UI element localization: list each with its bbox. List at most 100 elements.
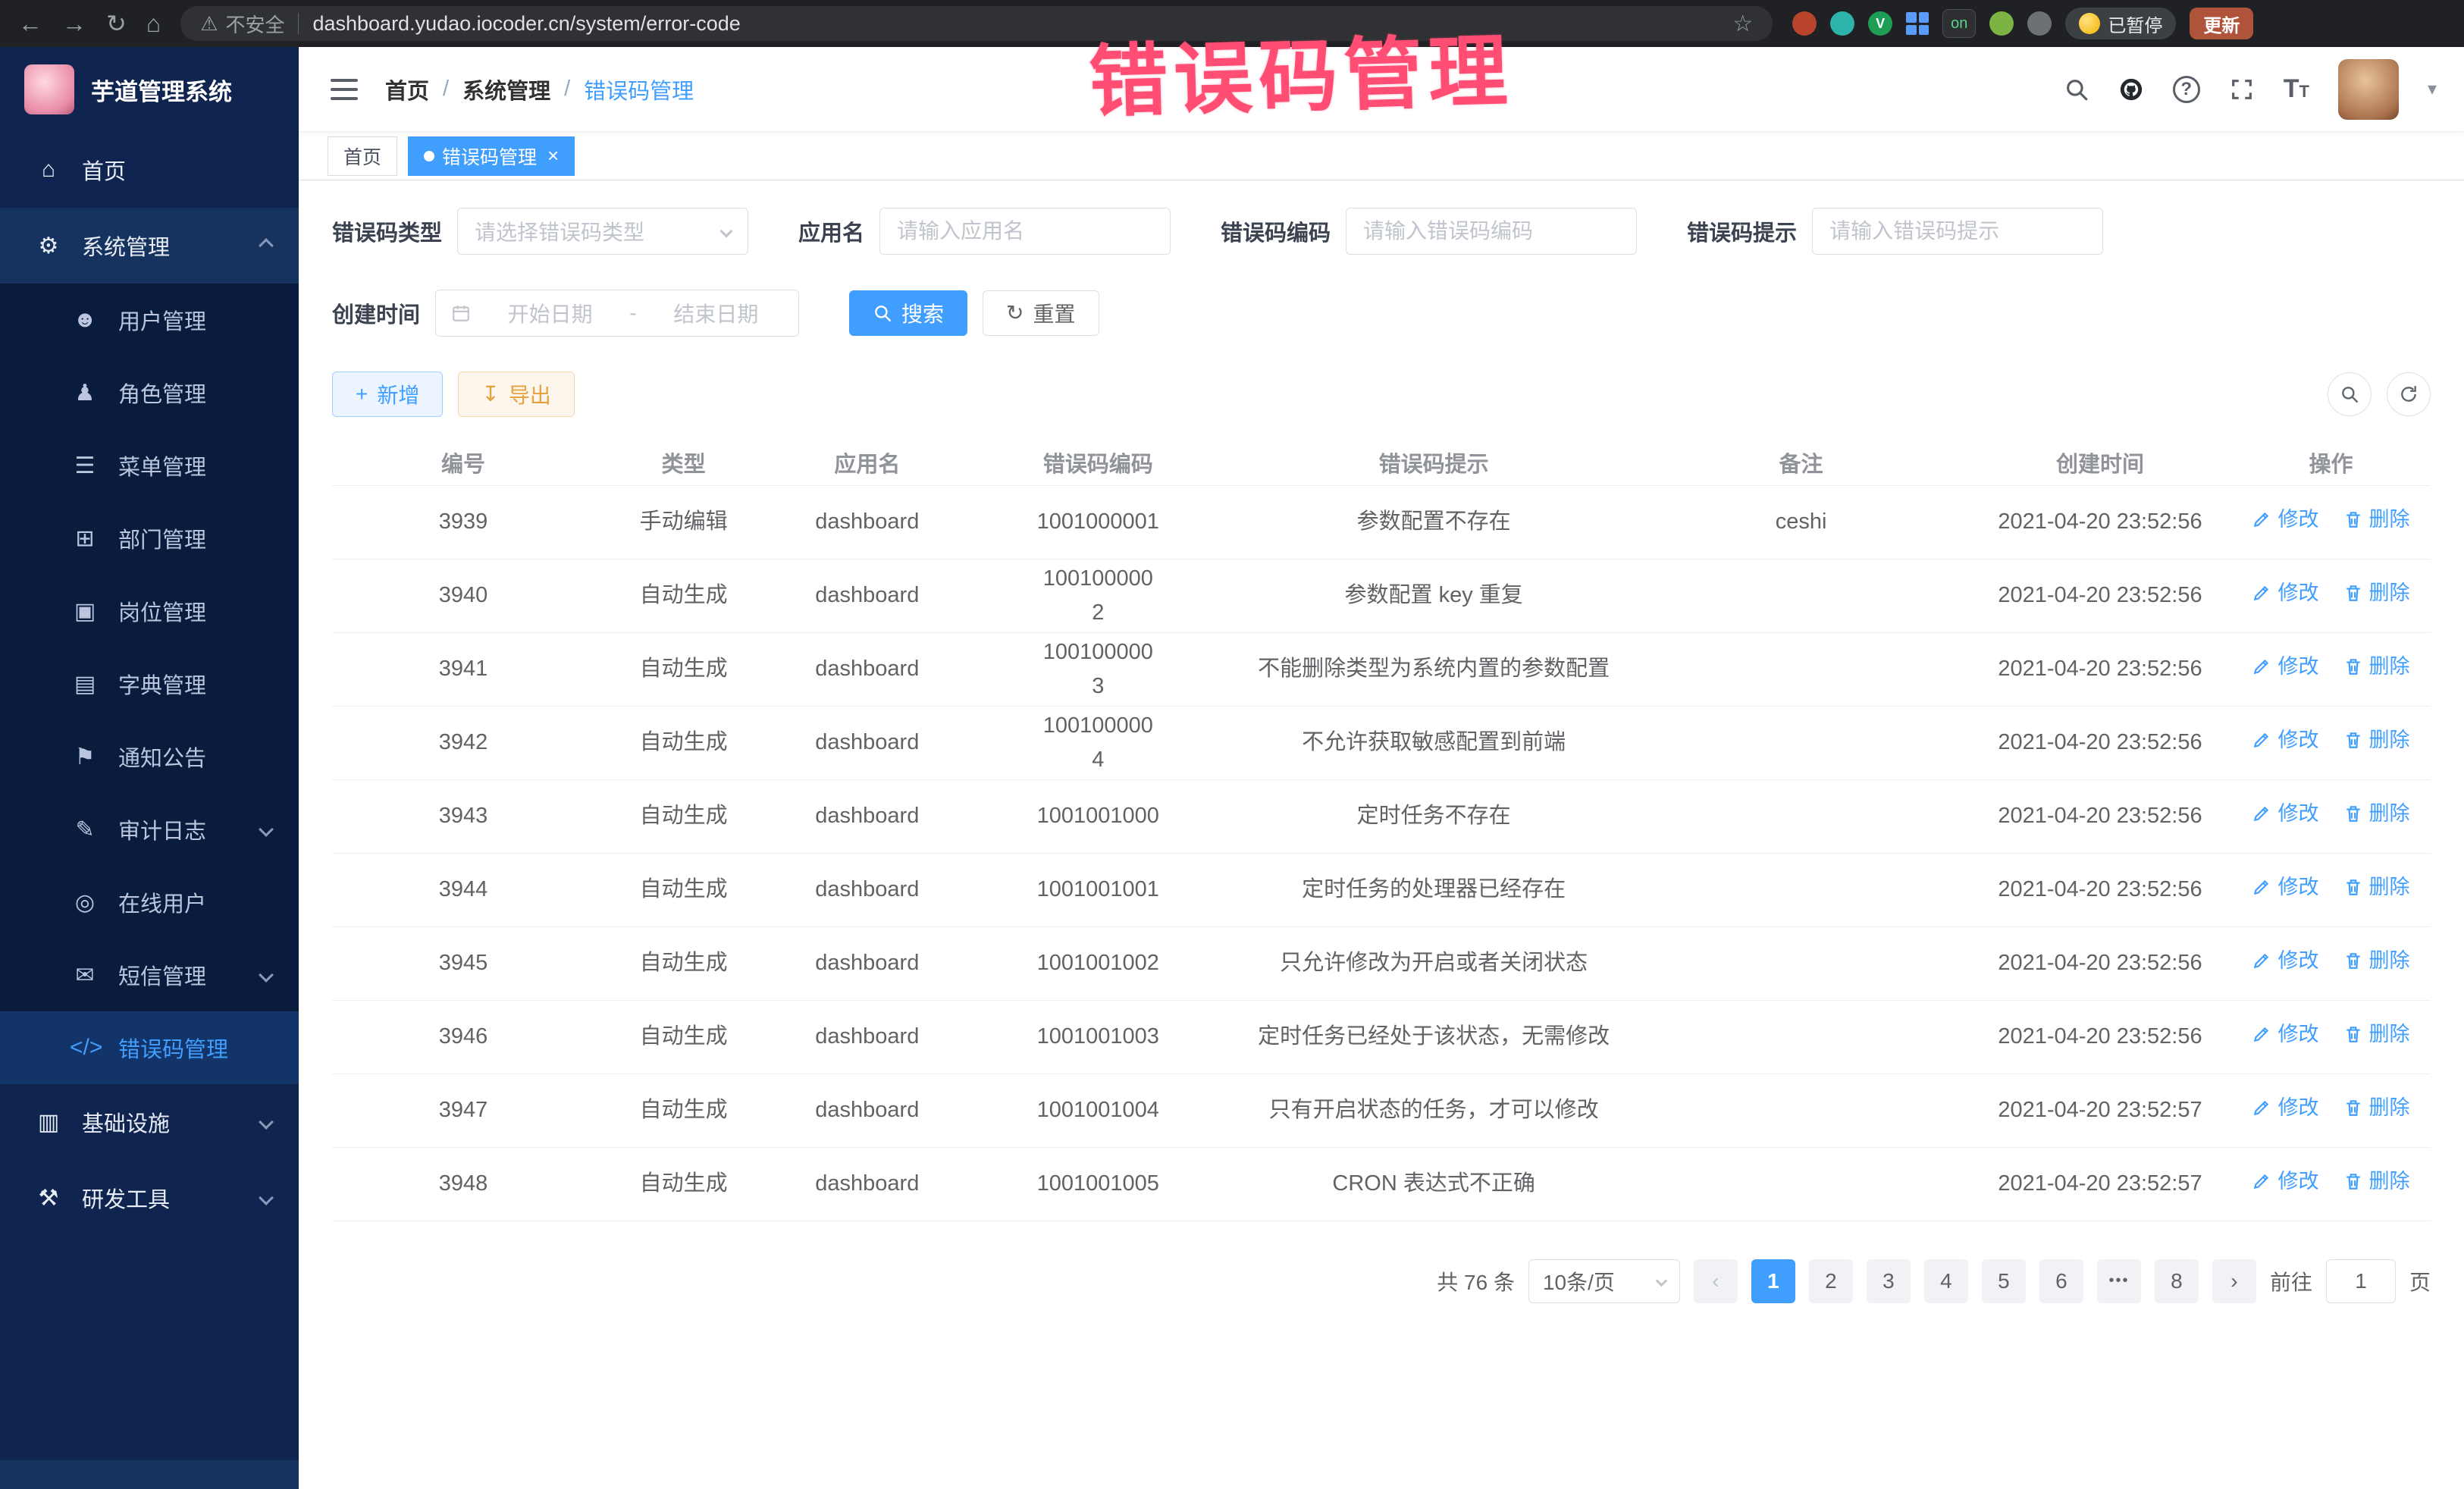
date-range-picker[interactable]: 开始日期 - 结束日期 [435, 290, 799, 337]
sidebar-group-infra[interactable]: ▥ 基础设施 [0, 1084, 299, 1160]
trash-icon [2343, 730, 2363, 750]
page-size-select[interactable]: 10条/页 [1528, 1259, 1680, 1303]
add-button[interactable]: + 新增 [332, 371, 443, 417]
table-row: 3948 自动生成 dashboard 1001001005 CRON 表达式不… [332, 1147, 2431, 1221]
more-pages-button[interactable]: ••• [2097, 1259, 2141, 1303]
edit-link[interactable]: 修改 [2252, 651, 2318, 683]
reset-button[interactable]: ↻ 重置 [983, 290, 1099, 336]
error-hint-input[interactable] [1812, 208, 2103, 255]
sidebar-item-error-code-mgmt[interactable]: </> 错误码管理 [0, 1011, 299, 1084]
sidebar-item-home[interactable]: ⌂ 首页 [0, 132, 299, 208]
delete-link[interactable]: 删除 [2343, 504, 2410, 536]
browser-back-icon[interactable]: ← [18, 11, 42, 36]
address-bar[interactable]: ⚠ 不安全 dashboard.yudao.iocoder.cn/system/… [180, 6, 1773, 41]
puzzle-extension-icon[interactable] [2027, 11, 2052, 36]
search-icon [2340, 384, 2359, 404]
extension-icon[interactable] [1830, 11, 1854, 36]
bookmark-star-icon[interactable]: ☆ [1732, 11, 1753, 37]
search-icon[interactable] [2064, 77, 2089, 102]
fullscreen-icon[interactable] [2229, 77, 2255, 102]
next-page-button[interactable]: › [2212, 1259, 2256, 1303]
edit-link[interactable]: 修改 [2252, 578, 2318, 610]
page-button-3[interactable]: 3 [1867, 1259, 1911, 1303]
delete-link[interactable]: 删除 [2343, 725, 2410, 757]
url-text[interactable]: dashboard.yudao.iocoder.cn/system/error-… [312, 12, 1719, 36]
page-button-2[interactable]: 2 [1809, 1259, 1853, 1303]
edit-link[interactable]: 修改 [2252, 945, 2318, 977]
sidebar-collapse-bar[interactable] [0, 1460, 299, 1489]
edit-link[interactable]: 修改 [2252, 798, 2318, 830]
cell-type: 自动生成 [594, 1147, 773, 1221]
security-chip[interactable]: ⚠ 不安全 [200, 10, 284, 38]
goto-page-input[interactable] [2326, 1259, 2396, 1303]
browser-update-button[interactable]: 更新 [2190, 8, 2253, 39]
help-icon[interactable]: ? [2173, 76, 2200, 103]
browser-home-icon[interactable]: ⌂ [146, 11, 161, 36]
tab-home[interactable]: 首页 [328, 136, 397, 176]
avatar-caret-icon[interactable]: ▾ [2428, 78, 2437, 100]
sidebar-item-dict-mgmt[interactable]: ▤ 字典管理 [0, 647, 299, 720]
sidebar-item-role-mgmt[interactable]: ♟ 角色管理 [0, 356, 299, 429]
breadcrumb-home[interactable]: 首页 [385, 74, 429, 105]
breadcrumb-system[interactable]: 系统管理 [462, 74, 550, 105]
edit-link[interactable]: 修改 [2252, 1166, 2318, 1198]
user-avatar[interactable] [2338, 59, 2399, 120]
font-size-icon[interactable]: TT [2284, 74, 2309, 104]
sidebar-item-notice[interactable]: ⚑ 通知公告 [0, 720, 299, 793]
trash-icon [2343, 804, 2363, 823]
extension-on-badge[interactable]: on [1942, 9, 1976, 38]
toggle-search-button[interactable] [2328, 372, 2372, 416]
edit-link[interactable]: 修改 [2252, 725, 2318, 757]
page-button-1[interactable]: 1 [1751, 1259, 1795, 1303]
sidebar-group-system[interactable]: ⚙ 系统管理 [0, 208, 299, 284]
edit-link[interactable]: 修改 [2252, 504, 2318, 536]
app-name-input[interactable] [879, 208, 1171, 255]
github-icon[interactable] [2118, 77, 2144, 102]
announcement-icon: ⚑ [70, 744, 100, 770]
extension-icon[interactable]: V [1868, 11, 1892, 36]
delete-link[interactable]: 删除 [2343, 872, 2410, 904]
sidebar-item-menu-mgmt[interactable]: ☰ 菜单管理 [0, 429, 299, 502]
profile-paused-pill[interactable]: 已暂停 [2065, 8, 2176, 39]
delete-link[interactable]: 删除 [2343, 1166, 2410, 1198]
calendar-icon [451, 303, 471, 323]
page-button-6[interactable]: 6 [2039, 1259, 2083, 1303]
sidebar-item-user-mgmt[interactable]: ☻ 用户管理 [0, 284, 299, 356]
close-icon[interactable]: × [547, 144, 559, 168]
delete-link[interactable]: 删除 [2343, 1019, 2410, 1051]
error-type-select[interactable]: 请选择错误码类型 [457, 208, 748, 255]
search-button[interactable]: 搜索 [849, 290, 967, 336]
delete-link[interactable]: 删除 [2343, 798, 2410, 830]
page-button-4[interactable]: 4 [1924, 1259, 1968, 1303]
prev-page-button[interactable]: ‹ [1694, 1259, 1738, 1303]
sidebar-item-label: 部门管理 [118, 522, 206, 554]
edit-link[interactable]: 修改 [2252, 1019, 2318, 1051]
delete-link[interactable]: 删除 [2343, 1092, 2410, 1124]
header-actions: ? TT ▾ [2064, 59, 2437, 120]
sidebar-item-dept-mgmt[interactable]: ⊞ 部门管理 [0, 502, 299, 575]
delete-link[interactable]: 删除 [2343, 651, 2410, 683]
sidebar-item-post-mgmt[interactable]: ▣ 岗位管理 [0, 575, 299, 647]
browser-reload-icon[interactable]: ↻ [106, 11, 127, 36]
app-logo[interactable]: 芋道管理系统 [0, 47, 299, 132]
hamburger-icon[interactable] [326, 74, 362, 105]
sidebar-group-tools[interactable]: ⚒ 研发工具 [0, 1160, 299, 1236]
sidebar-item-sms-mgmt[interactable]: ✉ 短信管理 [0, 939, 299, 1011]
extension-icon[interactable] [1989, 11, 2014, 36]
delete-link[interactable]: 删除 [2343, 578, 2410, 610]
extension-icon[interactable] [1792, 11, 1817, 36]
error-code-input[interactable] [1346, 208, 1637, 255]
browser-forward-icon[interactable]: → [62, 11, 86, 36]
page-button-8[interactable]: 8 [2155, 1259, 2199, 1303]
sidebar-item-online-users[interactable]: ◎ 在线用户 [0, 866, 299, 939]
delete-link[interactable]: 删除 [2343, 945, 2410, 977]
tab-error-code[interactable]: 错误码管理 × [408, 136, 575, 176]
sidebar-item-audit-log[interactable]: ✎ 审计日志 [0, 793, 299, 866]
refresh-table-button[interactable] [2387, 372, 2431, 416]
export-button[interactable]: ↧ 导出 [458, 371, 574, 417]
extension-grid-icon[interactable] [1906, 12, 1929, 35]
goto-label: 前往 [2270, 1266, 2312, 1296]
page-button-5[interactable]: 5 [1982, 1259, 2026, 1303]
edit-link[interactable]: 修改 [2252, 1092, 2318, 1124]
edit-link[interactable]: 修改 [2252, 872, 2318, 904]
